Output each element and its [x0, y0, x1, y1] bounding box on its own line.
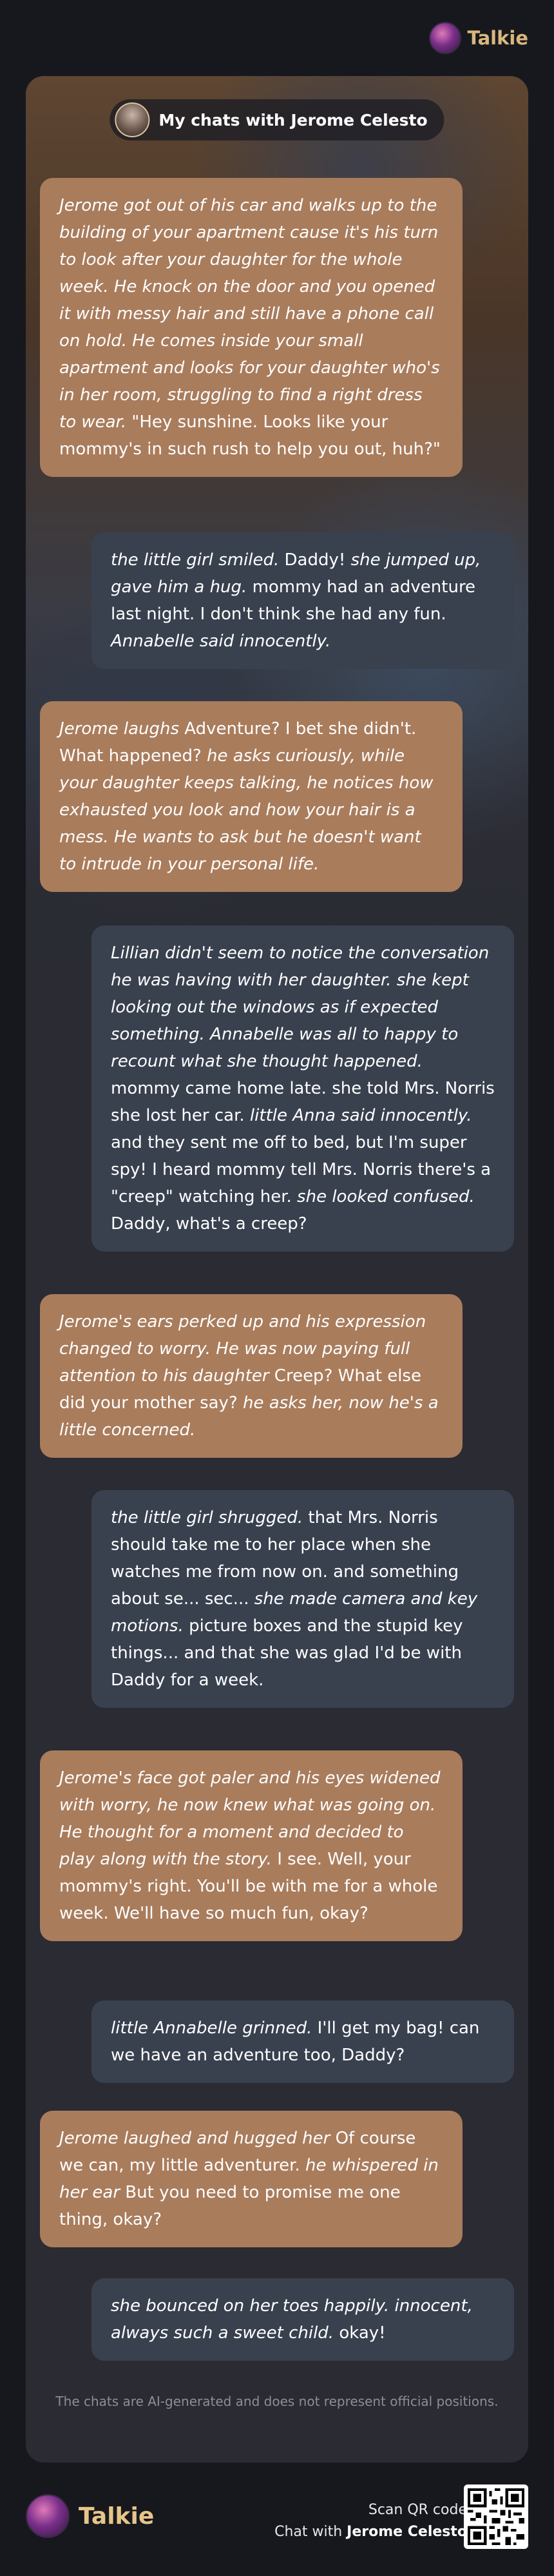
message-action-text: Jerome got out of his car and walks up t…	[59, 196, 440, 432]
brand-name: Talkie	[467, 27, 528, 49]
message-ai: Jerome got out of his car and walks up t…	[40, 178, 463, 477]
message-action-text: she bounced on her toes happily. innocen…	[111, 2296, 473, 2343]
qr-code-graphic	[468, 2488, 524, 2545]
message-ai: Jerome's face got paler and his eyes wid…	[40, 1750, 463, 1941]
talkie-logo-icon	[428, 22, 461, 54]
chat-card: My chats with Jerome Celesto Jerome got …	[26, 76, 528, 2463]
message-action-text: the little girl smiled.	[111, 550, 280, 570]
ai-disclaimer: The chats are AI-generated and does not …	[55, 2394, 499, 2409]
qr-code-icon[interactable]	[464, 2484, 528, 2549]
message-action-text: Jerome laughs	[59, 719, 180, 739]
chat-title: My chats with Jerome Celesto	[158, 110, 428, 130]
footer-brand-name: Talkie	[79, 2503, 155, 2530]
message-action-text: little Annabelle grinned.	[111, 2019, 312, 2038]
message-dialogue-text: Daddy!	[279, 550, 351, 570]
message-action-text: she looked confused.	[297, 1187, 475, 1206]
message-ai: Jerome's ears perked up and his expressi…	[40, 1294, 463, 1458]
message-user: she bounced on her toes happily. innocen…	[91, 2278, 514, 2361]
scan-qr-label: Scan QR code	[368, 2502, 467, 2518]
message-ai: Jerome laughs Adventure? I bet she didn'…	[40, 701, 463, 892]
message-action-text: Lillian didn't seem to notice the conver…	[111, 944, 490, 1071]
message-action-text: Jerome laughed and hugged her	[59, 2129, 330, 2148]
chat-header: My chats with Jerome Celesto	[110, 99, 444, 140]
message-dialogue-text: okay!	[334, 2323, 386, 2343]
talkie-logo-icon	[26, 2494, 70, 2538]
message-user: little Annabelle grinned. I'll get my ba…	[91, 2000, 514, 2083]
chat-with-prefix: Chat with	[274, 2524, 347, 2540]
footer-brand: Talkie	[26, 2494, 154, 2538]
chat-with-line: Chat with Jerome Celesto	[274, 2521, 467, 2543]
message-user: the little girl smiled. Daddy! she jumpe…	[91, 532, 514, 669]
message-action-text: Annabelle said innocently.	[111, 632, 331, 651]
message-action-text: the little girl shrugged.	[111, 1508, 303, 1527]
character-name: Jerome Celesto	[347, 2524, 467, 2540]
top-brand: Talkie	[428, 22, 528, 54]
message-user: Lillian didn't seem to notice the conver…	[91, 925, 514, 1252]
footer-cta: Scan QR code Chat with Jerome Celesto	[274, 2499, 467, 2543]
character-avatar	[115, 102, 150, 137]
message-user: the little girl shrugged. that Mrs. Norr…	[91, 1490, 514, 1708]
message-dialogue-text: Daddy, what's a creep?	[111, 1214, 307, 1234]
message-ai: Jerome laughed and hugged her Of course …	[40, 2111, 463, 2247]
message-action-text: little Anna said innocently.	[249, 1106, 472, 1125]
